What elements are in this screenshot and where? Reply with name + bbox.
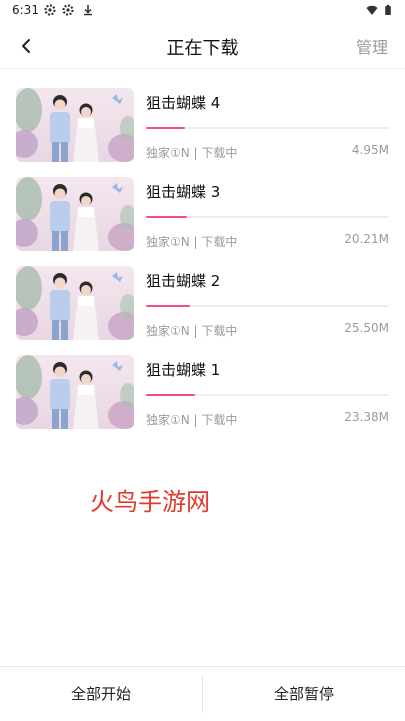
file-size: 4.95M: [351, 143, 389, 157]
file-size: 20.21M: [344, 232, 389, 246]
download-item[interactable]: 狙击蝴蝶 2 独家①N | 下载中 25.50M: [0, 264, 405, 353]
episode-thumbnail: [16, 355, 134, 429]
episode-title: 狙击蝴蝶 2: [146, 272, 221, 290]
download-progress-bar: [146, 216, 389, 218]
episode-title: 狙击蝴蝶 3: [146, 183, 221, 201]
wifi-icon: [366, 5, 378, 15]
download-progress-bar: [146, 127, 389, 129]
header-divider: [0, 68, 405, 69]
episode-title: 狙击蝴蝶 4: [146, 94, 221, 112]
download-status: 独家①N | 下载中: [146, 413, 238, 427]
manage-button[interactable]: 管理: [356, 34, 388, 58]
download-list: 狙击蝴蝶 4 独家①N | 下载中 4.95M 狙击蝴蝶 3 独家①N | 下载…: [0, 86, 405, 442]
top-app-bar: 正在下载 管理: [0, 24, 405, 68]
download-status: 独家①N | 下载中: [146, 235, 238, 249]
download-progress-bar: [146, 394, 389, 396]
pause-all-button[interactable]: 全部暂停: [203, 667, 405, 721]
download-progress-fill: [146, 127, 185, 129]
episode-title: 狙击蝴蝶 1: [146, 361, 221, 379]
file-size: 23.38M: [344, 410, 389, 424]
download-item[interactable]: 狙击蝴蝶 4 独家①N | 下载中 4.95M: [0, 86, 405, 175]
download-progress-fill: [146, 394, 195, 396]
download-item[interactable]: 狙击蝴蝶 1 独家①N | 下载中 23.38M: [0, 353, 405, 442]
settings-gear-icon: [62, 4, 74, 16]
download-progress-bar: [146, 305, 389, 307]
download-status: 独家①N | 下载中: [146, 324, 238, 338]
start-all-button[interactable]: 全部开始: [0, 667, 202, 721]
watermark-text: 火鸟手游网: [90, 488, 210, 516]
file-size: 25.50M: [344, 321, 389, 335]
download-progress-fill: [146, 305, 190, 307]
download-progress-fill: [146, 216, 188, 218]
download-status: 独家①N | 下载中: [146, 146, 238, 160]
status-bar: 6:31: [0, 0, 405, 22]
episode-thumbnail: [16, 266, 134, 340]
download-arrow-icon: [84, 5, 92, 16]
page-title: 正在下载: [166, 38, 239, 59]
episode-thumbnail: [16, 177, 134, 251]
status-time: 6:31: [12, 3, 39, 17]
bottom-action-bar: 全部开始 全部暂停: [0, 666, 405, 721]
download-item[interactable]: 狙击蝴蝶 3 独家①N | 下载中 20.21M: [0, 175, 405, 264]
settings-gear-icon: [44, 4, 56, 16]
episode-thumbnail: [16, 88, 134, 162]
battery-icon: [385, 4, 391, 15]
